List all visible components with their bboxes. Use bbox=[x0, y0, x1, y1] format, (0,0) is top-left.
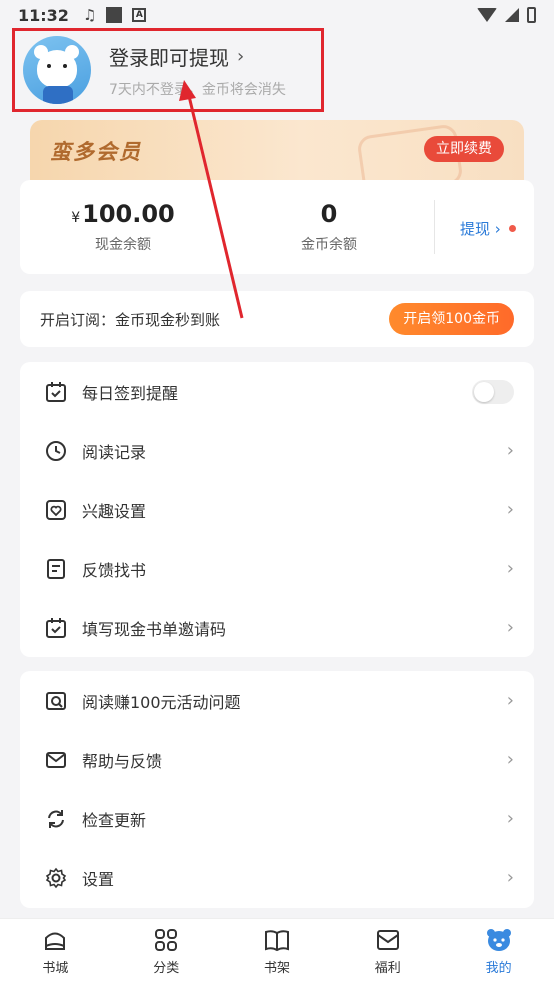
tab-label: 福利 bbox=[374, 961, 401, 976]
tab-mine[interactable]: 我的 bbox=[443, 919, 554, 984]
home-icon bbox=[42, 927, 68, 953]
red-annotation-arrow bbox=[179, 80, 244, 319]
tab-label: 我的 bbox=[485, 961, 512, 976]
tab-welfare[interactable]: 福利 bbox=[332, 919, 443, 984]
tab-label: 书城 bbox=[42, 961, 69, 976]
tab-label: 书架 bbox=[263, 961, 290, 976]
tab-bookstore[interactable]: 书城 bbox=[0, 919, 111, 984]
tab-category[interactable]: 分类 bbox=[111, 919, 222, 984]
bear-icon bbox=[486, 927, 512, 953]
book-icon bbox=[264, 927, 290, 953]
tab-bookshelf[interactable]: 书架 bbox=[222, 919, 333, 984]
bottom-tab-bar: 书城 分类 书架 福利 我的 bbox=[0, 918, 554, 984]
grid-icon bbox=[153, 927, 179, 953]
gift-icon bbox=[375, 927, 401, 953]
tab-label: 分类 bbox=[153, 961, 180, 976]
